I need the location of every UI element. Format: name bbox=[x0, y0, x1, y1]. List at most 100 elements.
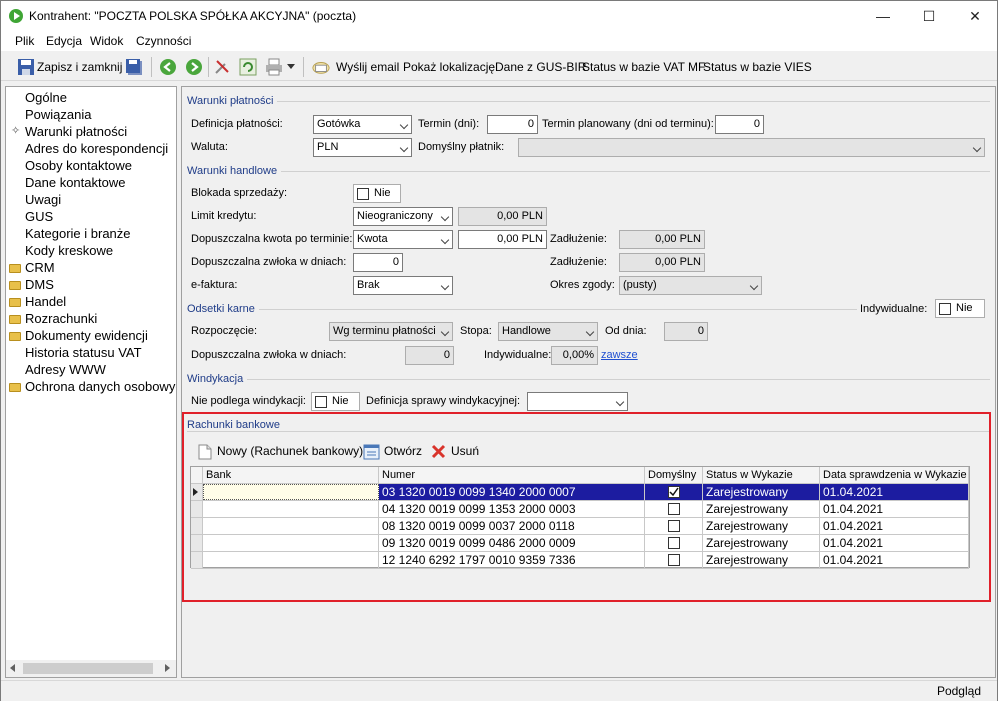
toolbar-separator bbox=[208, 57, 209, 77]
nav-folder-crm[interactable]: CRM bbox=[25, 260, 55, 277]
nav-item-adresy-www[interactable]: Adresy WWW bbox=[25, 362, 106, 379]
refresh-icon[interactable] bbox=[239, 58, 257, 76]
always-link[interactable]: zawsze bbox=[601, 349, 638, 361]
minimize-button[interactable]: — bbox=[860, 1, 906, 31]
menu-widok[interactable]: Widok bbox=[90, 34, 123, 48]
nav-folder-dokumenty-ewidencji[interactable]: Dokumenty ewidencji bbox=[25, 328, 148, 345]
print-icon[interactable] bbox=[265, 58, 283, 76]
collection-section-title: Windykacja bbox=[187, 373, 248, 385]
nav-folder-handel[interactable]: Handel bbox=[25, 294, 66, 311]
scroll-left-icon[interactable] bbox=[10, 664, 15, 672]
sales-block-label: Blokada sprzedaży: bbox=[191, 187, 287, 199]
interest-start-value: Wg terminu płatności bbox=[333, 325, 436, 337]
tools-icon[interactable] bbox=[213, 58, 231, 76]
currency-select[interactable]: PLN bbox=[313, 138, 412, 157]
save-multi-icon[interactable] bbox=[125, 58, 143, 76]
collection-definition-select[interactable] bbox=[527, 392, 628, 411]
chevron-down-icon bbox=[440, 281, 450, 291]
interest-delay-label: Dopuszczalna zwłoka w dniach: bbox=[191, 349, 347, 361]
interest-individual-label: Indywidualne: bbox=[860, 303, 928, 315]
nav-folder-rozrachunki[interactable]: Rozrachunki bbox=[25, 311, 97, 328]
sales-block-checkbox[interactable]: Nie bbox=[353, 184, 401, 203]
collection-exempt-label: Nie podlega windykacji: bbox=[191, 395, 306, 407]
overdue-amount-input[interactable]: 0,00 PLN bbox=[458, 230, 547, 249]
show-location-button[interactable]: Pokaż lokalizację bbox=[403, 60, 495, 74]
nav-item-adres-korespondencji[interactable]: Adres do korespondencji bbox=[25, 141, 168, 158]
interest-start-label: Rozpoczęcie: bbox=[191, 325, 258, 337]
print-dropdown-arrow-icon[interactable] bbox=[287, 64, 295, 69]
window-title: Kontrahent: "POCZTA POLSKA SPÓŁKA AKCYJN… bbox=[29, 9, 357, 23]
save-close-button[interactable]: Zapisz i zamknij bbox=[37, 60, 122, 74]
interest-rate-label: Stopa: bbox=[460, 325, 492, 337]
save-icon bbox=[18, 59, 34, 75]
nav-item-ogolne[interactable]: Ogólne bbox=[25, 90, 67, 107]
folder-icon bbox=[9, 383, 21, 392]
payment-definition-value: Gotówka bbox=[317, 118, 361, 130]
payment-definition-select[interactable]: Gotówka bbox=[313, 115, 412, 134]
nav-item-osoby-kontaktowe[interactable]: Osoby kontaktowe bbox=[25, 158, 132, 175]
chevron-down-icon bbox=[440, 327, 450, 337]
menu-plik[interactable]: Plik bbox=[15, 34, 34, 48]
interest-section-title: Odsetki karne bbox=[187, 303, 259, 315]
nav-horizontal-scrollbar[interactable] bbox=[6, 660, 176, 677]
interest-individual-checkbox[interactable]: Nie bbox=[935, 299, 985, 318]
overdue-amount-label: Dopuszczalna kwota po terminie: bbox=[191, 233, 353, 245]
allowed-delay-input[interactable]: 0 bbox=[353, 253, 403, 272]
chevron-down-icon bbox=[749, 281, 759, 291]
section-divider bbox=[187, 379, 990, 380]
nav-item-kategorie[interactable]: Kategorie i branże bbox=[25, 226, 131, 243]
chevron-down-icon bbox=[399, 120, 409, 130]
chevron-down-icon bbox=[585, 327, 595, 337]
planned-term-input[interactable]: 0 bbox=[715, 115, 764, 134]
active-item-arrow-icon: ✧ bbox=[11, 125, 21, 137]
title-bar: Kontrahent: "POCZTA POLSKA SPÓŁKA AKCYJN… bbox=[1, 1, 997, 31]
maximize-button[interactable]: ☐ bbox=[906, 1, 952, 31]
currency-value: PLN bbox=[317, 141, 339, 153]
interest-rate-select[interactable]: Handlowe bbox=[498, 322, 598, 341]
credit-limit-type-value: Nieograniczony bbox=[357, 210, 433, 222]
back-arrow-icon[interactable] bbox=[159, 58, 177, 76]
nav-item-dane-kontaktowe[interactable]: Dane kontaktowe bbox=[25, 175, 125, 192]
send-email-button[interactable]: Wyślij email bbox=[336, 60, 399, 74]
overdue-type-select[interactable]: Kwota bbox=[353, 230, 453, 249]
gus-data-button[interactable]: Dane z GUS-BIR bbox=[495, 60, 586, 74]
currency-label: Waluta: bbox=[191, 141, 228, 153]
vat-status-button[interactable]: Status w bazie VAT MF bbox=[582, 60, 705, 74]
nav-folder-ochrona-danych[interactable]: Ochrona danych osobowych bbox=[25, 379, 176, 396]
chevron-down-icon bbox=[440, 235, 450, 245]
from-day-input: 0 bbox=[664, 322, 708, 341]
preview-button[interactable]: Podgląd bbox=[937, 684, 981, 698]
overdue-type-value: Kwota bbox=[357, 233, 388, 245]
term-days-label: Termin (dni): bbox=[418, 118, 480, 130]
folder-icon bbox=[9, 298, 21, 307]
email-cloud-icon bbox=[312, 62, 330, 74]
forward-arrow-icon[interactable] bbox=[185, 58, 203, 76]
chevron-down-icon bbox=[972, 143, 982, 153]
scroll-thumb[interactable] bbox=[23, 663, 153, 674]
scroll-right-icon[interactable] bbox=[165, 664, 170, 672]
credit-limit-type-select[interactable]: Nieograniczony bbox=[353, 207, 453, 226]
efaktura-select[interactable]: Brak bbox=[353, 276, 453, 295]
consent-period-select[interactable]: (pusty) bbox=[619, 276, 762, 295]
menu-czynnosci[interactable]: Czynności bbox=[136, 34, 191, 48]
term-days-input[interactable]: 0 bbox=[487, 115, 538, 134]
vies-status-button[interactable]: Status w bazie VIES bbox=[703, 60, 812, 74]
default-payer-select[interactable] bbox=[518, 138, 985, 157]
bank-accounts-highlight-frame bbox=[182, 412, 991, 602]
menu-edycja[interactable]: Edycja bbox=[46, 34, 82, 48]
nav-item-gus[interactable]: GUS bbox=[25, 209, 53, 226]
consent-period-label: Okres zgody: bbox=[550, 279, 615, 291]
collection-exempt-value: Nie bbox=[332, 395, 349, 407]
close-button[interactable]: ✕ bbox=[952, 1, 998, 31]
individual-rate-input: 0,00% bbox=[551, 346, 598, 365]
nav-item-historia-vat[interactable]: Historia statusu VAT bbox=[25, 345, 142, 362]
collection-exempt-checkbox[interactable]: Nie bbox=[311, 392, 360, 411]
nav-item-kody-kreskowe[interactable]: Kody kreskowe bbox=[25, 243, 113, 260]
interest-start-select[interactable]: Wg terminu płatności bbox=[329, 322, 453, 341]
debt-value: 0,00 PLN bbox=[619, 230, 705, 249]
credit-limit-label: Limit kredytu: bbox=[191, 210, 257, 222]
nav-item-uwagi[interactable]: Uwagi bbox=[25, 192, 61, 209]
nav-folder-dms[interactable]: DMS bbox=[25, 277, 54, 294]
nav-item-warunki-platnosci[interactable]: Warunki płatności bbox=[25, 124, 127, 141]
nav-item-powiazania[interactable]: Powiązania bbox=[25, 107, 92, 124]
